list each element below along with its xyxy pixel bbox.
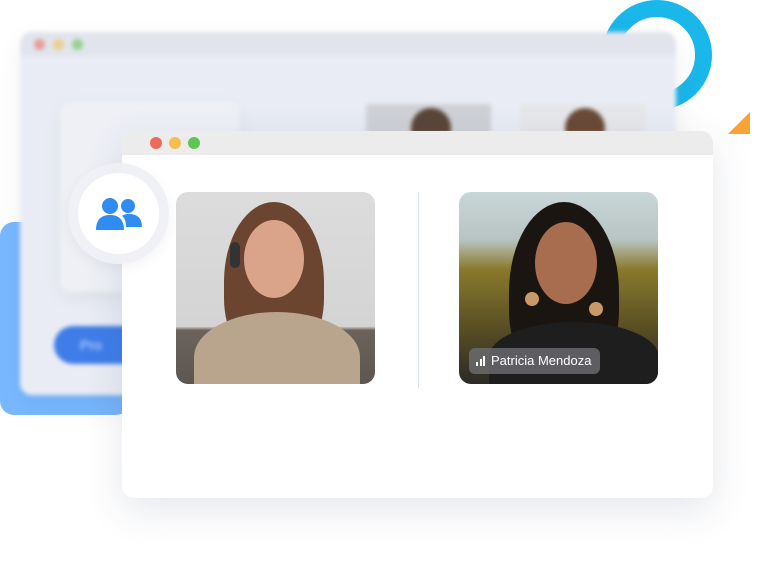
- background-photo: [366, 104, 491, 134]
- window-titlebar: [122, 131, 713, 155]
- maximize-button[interactable]: [188, 137, 200, 149]
- background-titlebar: [20, 32, 676, 56]
- minimize-dot: [53, 39, 64, 50]
- participant-name-badge: Patricia Mendoza: [469, 348, 601, 374]
- participant-video-1[interactable]: [176, 192, 375, 384]
- participants-button[interactable]: [68, 163, 169, 264]
- maximize-dot: [72, 39, 83, 50]
- decorative-triangle: [728, 112, 750, 134]
- users-icon: [95, 197, 142, 230]
- participant-name: Patricia Mendoza: [491, 353, 592, 368]
- signal-bars-icon: [476, 356, 485, 366]
- background-photo: [520, 104, 645, 134]
- video-divider: [418, 192, 419, 388]
- participant-video-2[interactable]: Patricia Mendoza: [459, 192, 658, 384]
- close-button[interactable]: [150, 137, 162, 149]
- video-call-window: Patricia Mendoza: [122, 131, 713, 498]
- close-dot: [34, 39, 45, 50]
- minimize-button[interactable]: [169, 137, 181, 149]
